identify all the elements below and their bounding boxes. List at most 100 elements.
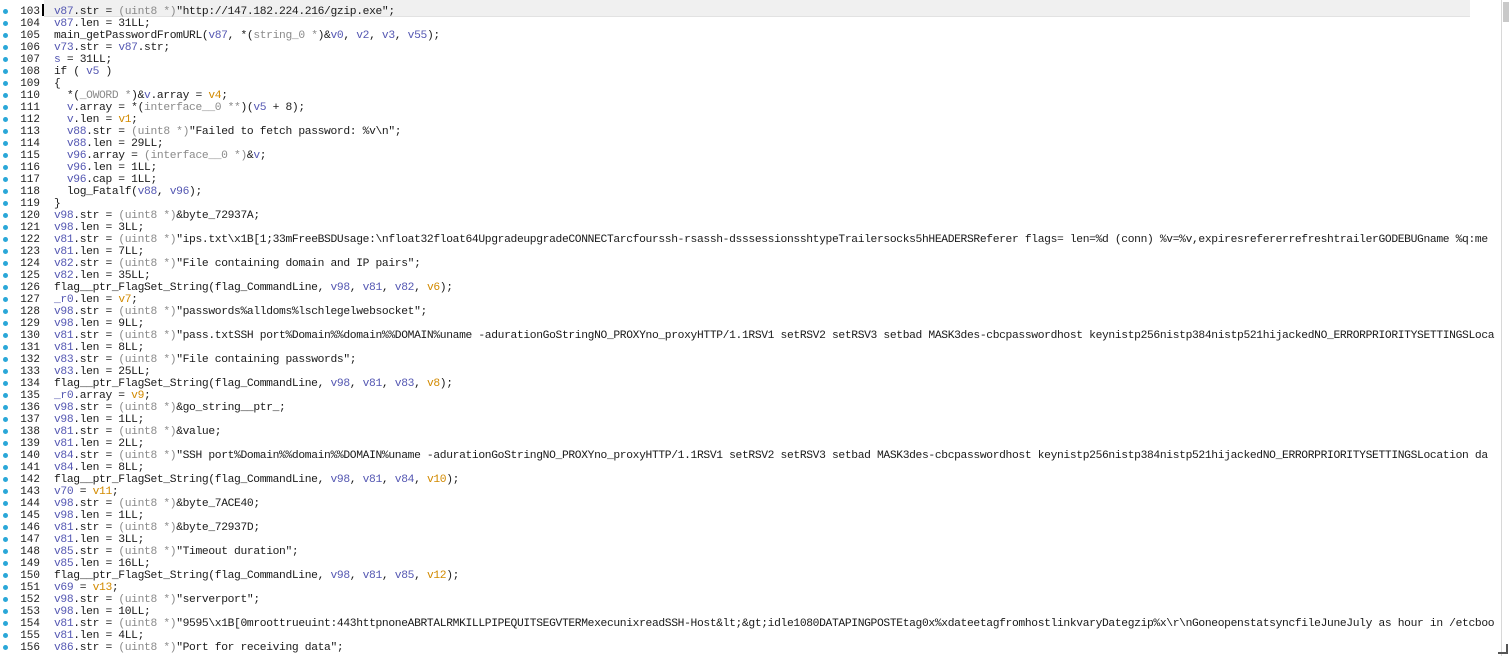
breakpoint-dot-icon[interactable] xyxy=(3,69,8,74)
code-line[interactable]: v82.len = 35LL; xyxy=(54,270,151,282)
breakpoint-dot-icon[interactable] xyxy=(3,441,8,446)
code-line[interactable]: v82.str = (uint8 *)"File containing doma… xyxy=(54,258,421,270)
code-line[interactable]: v98.len = 3LL; xyxy=(54,222,144,234)
code-line[interactable]: v85.str = (uint8 *)"Timeout duration"; xyxy=(54,546,299,558)
code-line[interactable]: v81.str = (uint8 *)"ips.txt\x1B[1;33mFre… xyxy=(54,234,1488,246)
breakpoint-dot-icon[interactable] xyxy=(3,477,8,482)
code-line[interactable]: v84.len = 8LL; xyxy=(54,462,144,474)
breakpoint-dot-icon[interactable] xyxy=(3,189,8,194)
breakpoint-dot-icon[interactable] xyxy=(3,513,8,518)
code-line[interactable]: flag__ptr_FlagSet_String(flag_CommandLin… xyxy=(54,474,459,486)
breakpoint-dot-icon[interactable] xyxy=(3,489,8,494)
code-line[interactable]: v98.str = (uint8 *)"passwords%alldoms%ls… xyxy=(54,306,427,318)
breakpoint-dot-icon[interactable] xyxy=(3,57,8,62)
breakpoint-dot-icon[interactable] xyxy=(3,33,8,38)
code-line[interactable]: main_getPasswordFromURL(v87, *(string_0 … xyxy=(54,30,440,42)
code-line[interactable]: v98.len = 10LL; xyxy=(54,606,151,618)
breakpoint-dot-icon[interactable] xyxy=(3,129,8,134)
breakpoint-dot-icon[interactable] xyxy=(3,501,8,506)
breakpoint-dot-icon[interactable] xyxy=(3,357,8,362)
code-line[interactable]: v96.len = 1LL; xyxy=(54,162,157,174)
breakpoint-dot-icon[interactable] xyxy=(3,81,8,86)
breakpoint-dot-icon[interactable] xyxy=(3,9,8,14)
breakpoint-dot-icon[interactable] xyxy=(3,381,8,386)
code-line[interactable]: v.array = *(interface__0 **)(v5 + 8); xyxy=(54,102,305,114)
breakpoint-dot-icon[interactable] xyxy=(3,597,8,602)
code-line[interactable]: { xyxy=(54,78,61,90)
breakpoint-dot-icon[interactable] xyxy=(3,645,8,650)
vertical-scrollbar[interactable] xyxy=(1501,0,1510,656)
breakpoint-dot-icon[interactable] xyxy=(3,261,8,266)
breakpoint-dot-icon[interactable] xyxy=(3,585,8,590)
breakpoint-dot-icon[interactable] xyxy=(3,165,8,170)
code-line[interactable]: v81.str = (uint8 *)&byte_72937D; xyxy=(54,522,260,534)
breakpoint-dot-icon[interactable] xyxy=(3,117,8,122)
code-line[interactable]: flag__ptr_FlagSet_String(flag_CommandLin… xyxy=(54,378,453,390)
breakpoint-dot-icon[interactable] xyxy=(3,525,8,530)
breakpoint-dot-icon[interactable] xyxy=(3,633,8,638)
code-line[interactable]: v98.str = (uint8 *)"serverport"; xyxy=(54,594,260,606)
code-line[interactable]: v.len = v1; xyxy=(54,114,138,126)
code-line[interactable]: s = 31LL; xyxy=(54,54,112,66)
breakpoint-dot-icon[interactable] xyxy=(3,225,8,230)
code-line[interactable]: } xyxy=(54,198,61,210)
breakpoint-dot-icon[interactable] xyxy=(3,141,8,146)
code-line[interactable]: v70 = v11; xyxy=(54,486,119,498)
code-line[interactable]: v86.str = (uint8 *)"Port for receiving d… xyxy=(54,642,344,654)
code-line[interactable]: v98.len = 9LL; xyxy=(54,318,144,330)
breakpoint-dot-icon[interactable] xyxy=(3,297,8,302)
code-line[interactable]: v81.len = 2LL; xyxy=(54,438,144,450)
breakpoint-dot-icon[interactable] xyxy=(3,45,8,50)
breakpoint-dot-icon[interactable] xyxy=(3,561,8,566)
resize-grip-icon[interactable] xyxy=(1498,644,1508,654)
breakpoint-dot-icon[interactable] xyxy=(3,273,8,278)
pseudocode-editor[interactable]: 103 104 105 106 107 108 109 110 111 112 113 114 115 1… xyxy=(0,0,1510,656)
code-line[interactable]: v98.str = (uint8 *)&byte_7ACE40; xyxy=(54,498,260,510)
code-line[interactable]: _r0.array = v9; xyxy=(54,390,151,402)
code-line[interactable]: v85.len = 16LL; xyxy=(54,558,151,570)
code-line[interactable]: v81.str = (uint8 *)&value; xyxy=(54,426,222,438)
code-line[interactable]: v84.str = (uint8 *)"SSH port%Domain%%dom… xyxy=(54,450,1488,462)
code-line[interactable]: *(_OWORD *)&v.array = v4; xyxy=(54,90,228,102)
breakpoint-dot-icon[interactable] xyxy=(3,369,8,374)
code-line[interactable]: v81.len = 3LL; xyxy=(54,534,144,546)
breakpoint-dot-icon[interactable] xyxy=(3,537,8,542)
breakpoint-dot-icon[interactable] xyxy=(3,345,8,350)
code-line[interactable]: v69 = v13; xyxy=(54,582,119,594)
code-line[interactable]: v98.str = (uint8 *)&go_string__ptr_; xyxy=(54,402,286,414)
breakpoint-dot-icon[interactable] xyxy=(3,453,8,458)
code-line[interactable]: v83.str = (uint8 *)"File containing pass… xyxy=(54,354,357,366)
code-line[interactable]: log_Fatalf(v88, v96); xyxy=(54,186,202,198)
breakpoint-dot-icon[interactable] xyxy=(3,621,8,626)
breakpoint-dot-icon[interactable] xyxy=(3,105,8,110)
breakpoint-dot-icon[interactable] xyxy=(3,177,8,182)
code-line[interactable]: v83.len = 25LL; xyxy=(54,366,151,378)
scrollbar-thumb[interactable] xyxy=(1503,2,1509,22)
code-line[interactable]: flag__ptr_FlagSet_String(flag_CommandLin… xyxy=(54,282,453,294)
breakpoint-dot-icon[interactable] xyxy=(3,21,8,26)
breakpoint-dot-icon[interactable] xyxy=(3,153,8,158)
breakpoint-dot-icon[interactable] xyxy=(3,93,8,98)
code-line[interactable]: v96.cap = 1LL; xyxy=(54,174,157,186)
code-line[interactable]: v73.str = v87.str; xyxy=(54,42,170,54)
code-line[interactable]: v88.str = (uint8 *)"Failed to fetch pass… xyxy=(54,126,402,138)
breakpoint-dot-icon[interactable] xyxy=(3,285,8,290)
code-line[interactable]: if ( v5 ) xyxy=(54,66,112,78)
code-line[interactable]: v81.str = (uint8 *)"pass.txtSSH port%Dom… xyxy=(54,330,1495,342)
breakpoint-dot-icon[interactable] xyxy=(3,609,8,614)
breakpoint-dot-icon[interactable] xyxy=(3,465,8,470)
breakpoint-dot-icon[interactable] xyxy=(3,417,8,422)
breakpoint-dot-icon[interactable] xyxy=(3,249,8,254)
code-line[interactable]: v87.len = 31LL; xyxy=(54,18,151,30)
breakpoint-dot-icon[interactable] xyxy=(3,393,8,398)
breakpoint-dot-icon[interactable] xyxy=(3,237,8,242)
breakpoint-dot-icon[interactable] xyxy=(3,429,8,434)
breakpoint-dot-icon[interactable] xyxy=(3,405,8,410)
code-line[interactable]: v81.str = (uint8 *)"9595\x1B[0mroottrueu… xyxy=(54,618,1495,630)
code-line[interactable]: v81.len = 8LL; xyxy=(54,342,144,354)
code-line[interactable]: v98.len = 1LL; xyxy=(54,414,144,426)
code-line[interactable]: v81.len = 7LL; xyxy=(54,246,144,258)
breakpoint-dot-icon[interactable] xyxy=(3,309,8,314)
code-line[interactable]: v87.str = (uint8 *)"http://147.182.224.2… xyxy=(54,6,395,18)
breakpoint-dot-icon[interactable] xyxy=(3,213,8,218)
